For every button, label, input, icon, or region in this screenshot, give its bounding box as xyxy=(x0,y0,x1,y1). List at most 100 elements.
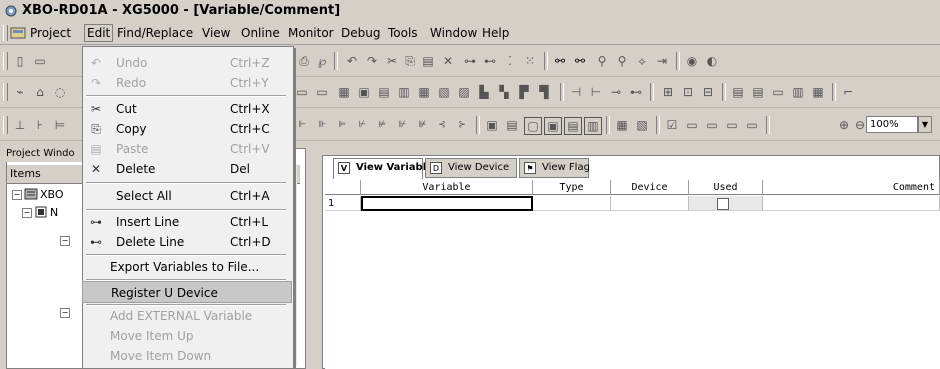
menu-window[interactable]: Window xyxy=(430,26,477,40)
open-folder-icon[interactable]: ▭ xyxy=(32,53,48,69)
tree-collapse-icon[interactable]: − xyxy=(12,190,22,200)
ladder-tool-2-icon[interactable]: ▭ xyxy=(314,84,330,100)
ladder-element-1-icon[interactable]: ⊥ xyxy=(12,117,28,133)
column-header-device[interactable]: Device xyxy=(611,180,689,195)
zoom-select[interactable]: 100% xyxy=(866,116,918,133)
view-4-icon[interactable]: ▥ xyxy=(790,84,806,100)
toolbar-grip[interactable] xyxy=(3,52,8,70)
variable-cell[interactable] xyxy=(361,196,533,211)
view-6-icon[interactable]: ⌐ xyxy=(840,84,856,100)
menu-item-select-all[interactable]: Select All Ctrl+A xyxy=(82,185,292,207)
f4-key-icon[interactable]: ⊩ xyxy=(294,117,310,133)
menu-project[interactable]: Project xyxy=(30,26,71,40)
view-5-icon[interactable]: ▦ xyxy=(810,84,826,100)
menu-edit[interactable]: Edit xyxy=(84,24,114,42)
contact-icon[interactable]: ⊣ xyxy=(568,84,584,100)
comment-cell[interactable] xyxy=(763,196,940,211)
ladder-tool-1-icon[interactable]: ▭ xyxy=(294,84,310,100)
goto-icon[interactable]: ⇥ xyxy=(654,53,670,69)
menu-item-undo[interactable]: ↶ Undo Ctrl+Z xyxy=(82,52,292,74)
delete-line-tool-icon[interactable]: ⊷ xyxy=(482,53,498,69)
contact-nc-icon[interactable]: ⊢ xyxy=(588,84,604,100)
tab-view-flag[interactable]: ⚑ View Flag xyxy=(519,158,590,178)
toolbar-grip[interactable] xyxy=(3,116,8,134)
ladder-tool-3-icon[interactable]: ▦ xyxy=(336,84,352,100)
function-block-icon[interactable]: ⊡ xyxy=(680,84,696,100)
disconnect-icon[interactable]: ⌂ xyxy=(32,84,48,100)
f5-key-icon[interactable]: ⊪ xyxy=(314,117,330,133)
toolbar-cut-icon[interactable]: ✂ xyxy=(384,53,400,69)
dev-4-icon[interactable]: ▭ xyxy=(744,117,760,133)
rung-icon[interactable]: ⊟ xyxy=(700,84,716,100)
tree-item-root[interactable]: XBO xyxy=(40,188,64,201)
window-4-icon[interactable]: ▥ xyxy=(584,117,602,135)
menu-item-paste[interactable]: ▤ Paste Ctrl+V xyxy=(82,138,292,160)
menu-item-move-up[interactable]: Move Item Up xyxy=(82,325,292,347)
menu-monitor[interactable]: Monitor xyxy=(288,26,334,40)
menu-online[interactable]: Online xyxy=(241,26,280,40)
menu-item-move-down[interactable]: Move Item Down xyxy=(82,345,292,367)
bookmark-next-icon[interactable]: ◐ xyxy=(704,53,720,69)
find-icon[interactable]: ⚯ xyxy=(552,53,568,69)
toolbar-paste-icon[interactable]: ▤ xyxy=(420,53,436,69)
c6-key-icon[interactable]: ⊱ xyxy=(454,117,470,133)
ladder-element-2-icon[interactable]: ⊦ xyxy=(32,117,48,133)
zoom-in-icon[interactable]: ⊕ xyxy=(836,117,852,133)
print-icon[interactable]: ⎙ xyxy=(296,53,312,69)
toolbar-copy-icon[interactable]: ⎘ xyxy=(402,53,418,69)
menu-item-copy[interactable]: ⎘ Copy Ctrl+C xyxy=(82,118,292,140)
variable-view-icon[interactable]: ▤ xyxy=(504,117,520,133)
grid-icon[interactable]: ▦ xyxy=(614,117,630,133)
ladder-tool-8-icon[interactable]: ▧ xyxy=(436,84,452,100)
column-header-type[interactable]: Type xyxy=(533,180,611,195)
menu-item-cut[interactable]: ✂ Cut Ctrl+X xyxy=(82,98,292,120)
menu-item-register-u-device[interactable]: Register U Device xyxy=(82,281,292,303)
ladder-tool-5-icon[interactable]: ▤ xyxy=(376,84,392,100)
menu-item-insert-line[interactable]: ⊶ Insert Line Ctrl+L xyxy=(82,211,292,233)
find-device-icon[interactable]: ⚲ xyxy=(594,53,610,69)
toolbar-delete-icon[interactable]: ✕ xyxy=(440,53,456,69)
check-icon[interactable]: ☑ xyxy=(664,117,680,133)
window-2-icon[interactable]: ▣ xyxy=(544,117,562,135)
dev-3-icon[interactable]: ▭ xyxy=(724,117,740,133)
table-icon[interactable]: ▧ xyxy=(634,117,650,133)
ladder-tool-4-icon[interactable]: ▣ xyxy=(356,84,372,100)
c5-key-icon[interactable]: ⊰ xyxy=(434,117,450,133)
f7-key-icon[interactable]: ⊭ xyxy=(374,117,390,133)
panel-splitter[interactable] xyxy=(306,148,318,369)
used-checkbox[interactable] xyxy=(717,198,729,210)
replace-icon[interactable]: ⚯ xyxy=(572,53,588,69)
ladder-tool-9-icon[interactable]: ▨ xyxy=(456,84,472,100)
toolbar-undo-icon[interactable]: ↶ xyxy=(344,53,360,69)
menu-item-delete[interactable]: ✕ Delete Del xyxy=(82,158,292,180)
menu-item-redo[interactable]: ↷ Redo Ctrl+Y xyxy=(82,72,292,94)
view-1-icon[interactable]: ▤ xyxy=(730,84,746,100)
coil-icon[interactable]: ⊸ xyxy=(608,84,624,100)
replace-device-icon[interactable]: ⚲ xyxy=(614,53,630,69)
delete-column-icon[interactable]: ⁙ xyxy=(522,53,538,69)
ladder-tool-7-icon[interactable]: ▦ xyxy=(416,84,432,100)
column-header-used[interactable]: Used xyxy=(689,180,763,195)
menu-item-add-external-variable[interactable]: Add EXTERNAL Variable xyxy=(82,305,292,327)
insert-line-tool-icon[interactable]: ⊶ xyxy=(462,53,478,69)
type-cell[interactable] xyxy=(533,196,611,211)
menu-item-delete-line[interactable]: ⊷ Delete Line Ctrl+D xyxy=(82,231,292,253)
replace-tool-icon[interactable]: ⟡ xyxy=(634,53,650,69)
toolbar-grip[interactable] xyxy=(3,83,8,101)
window-1-icon[interactable]: ▢ xyxy=(524,117,542,135)
tab-view-variable[interactable]: V View Variable xyxy=(333,158,433,179)
f6-key-icon[interactable]: ⊫ xyxy=(334,117,350,133)
bookmark-icon[interactable]: ◉ xyxy=(684,53,700,69)
menu-item-export-variables[interactable]: Export Variables to File... xyxy=(82,256,292,278)
dev-2-icon[interactable]: ▭ xyxy=(704,117,720,133)
ladder-element-3-icon[interactable]: ⊨ xyxy=(52,117,68,133)
tab-view-device[interactable]: D View Device xyxy=(425,158,517,178)
c4-key-icon[interactable]: ⊯ xyxy=(414,117,430,133)
ladder-tool-6-icon[interactable]: ▥ xyxy=(396,84,412,100)
device-cell[interactable] xyxy=(611,196,689,211)
view-3-icon[interactable]: ▭ xyxy=(770,84,786,100)
dev-1-icon[interactable]: ▭ xyxy=(684,117,700,133)
tree-item-child[interactable]: N xyxy=(50,206,58,219)
menu-debug[interactable]: Debug xyxy=(341,26,380,40)
menubar-grip[interactable] xyxy=(3,25,8,41)
